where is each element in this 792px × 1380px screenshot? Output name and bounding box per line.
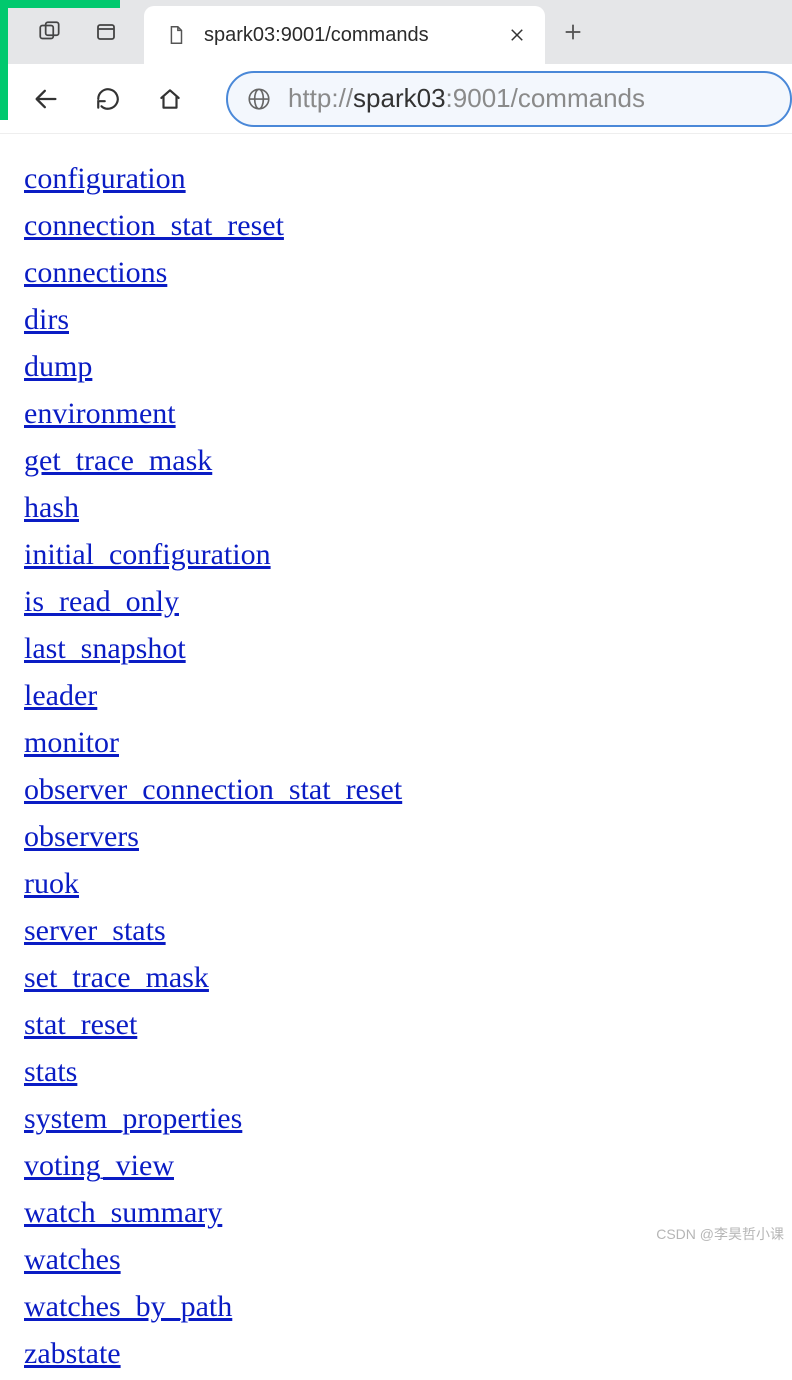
watermark-text: CSDN @李昊哲小课 [656, 1224, 784, 1244]
command-link-stats[interactable]: stats [24, 1055, 77, 1088]
home-icon[interactable] [154, 83, 186, 115]
command-link-set_trace_mask[interactable]: set_trace_mask [24, 961, 209, 994]
command-link-environment[interactable]: environment [24, 397, 176, 430]
command-link-voting_view[interactable]: voting_view [24, 1149, 174, 1182]
command-link-is_read_only[interactable]: is_read_only [24, 585, 179, 618]
active-tab[interactable]: spark03:9001/commands [144, 6, 545, 64]
command-link-stat_reset[interactable]: stat_reset [24, 1008, 137, 1041]
window-accent-top [0, 0, 120, 8]
command-link-system_properties[interactable]: system_properties [24, 1102, 242, 1135]
command-link-connections[interactable]: connections [24, 256, 167, 289]
command-link-dirs[interactable]: dirs [24, 303, 69, 336]
page-icon [162, 21, 190, 49]
new-tab-button[interactable] [545, 0, 601, 64]
command-link-connection_stat_reset[interactable]: connection_stat_reset [24, 209, 284, 242]
command-link-last_snapshot[interactable]: last_snapshot [24, 632, 186, 665]
command-link-ruok[interactable]: ruok [24, 867, 79, 900]
nav-toolbar: http://spark03:9001/commands [0, 64, 792, 134]
command-link-initial_configuration[interactable]: initial_configuration [24, 538, 271, 571]
command-link-zabstate[interactable]: zabstate [24, 1337, 121, 1370]
close-tab-icon[interactable] [503, 21, 531, 49]
command-link-leader[interactable]: leader [24, 679, 97, 712]
window-accent-side [0, 8, 8, 120]
address-bar[interactable]: http://spark03:9001/commands [226, 71, 792, 127]
workspaces-icon[interactable] [36, 18, 64, 46]
command-link-watches[interactable]: watches [24, 1243, 121, 1276]
command-link-get_trace_mask[interactable]: get_trace_mask [24, 444, 212, 477]
back-icon[interactable] [30, 83, 62, 115]
reload-icon[interactable] [92, 83, 124, 115]
command-link-hash[interactable]: hash [24, 491, 79, 524]
command-link-server_stats[interactable]: server_stats [24, 914, 166, 947]
command-link-watches_by_path[interactable]: watches_by_path [24, 1290, 232, 1323]
tab-overview-icon[interactable] [92, 18, 120, 46]
site-info-icon[interactable] [246, 86, 272, 112]
tab-strip: spark03:9001/commands [0, 0, 792, 64]
page-content: configuration connection_stat_resetconnec… [0, 134, 792, 1380]
command-link-observer_connection_stat_reset[interactable]: observer_connection_stat_reset [24, 773, 402, 806]
command-link-watch_summary[interactable]: watch_summary [24, 1196, 222, 1229]
command-link-observers[interactable]: observers [24, 820, 139, 853]
command-link-monitor[interactable]: monitor [24, 726, 119, 759]
command-link-configuration[interactable]: configuration [24, 162, 186, 195]
tab-tools [8, 0, 144, 64]
url-display: http://spark03:9001/commands [288, 83, 645, 114]
command-link-dump[interactable]: dump [24, 350, 92, 383]
tab-title: spark03:9001/commands [204, 24, 429, 47]
